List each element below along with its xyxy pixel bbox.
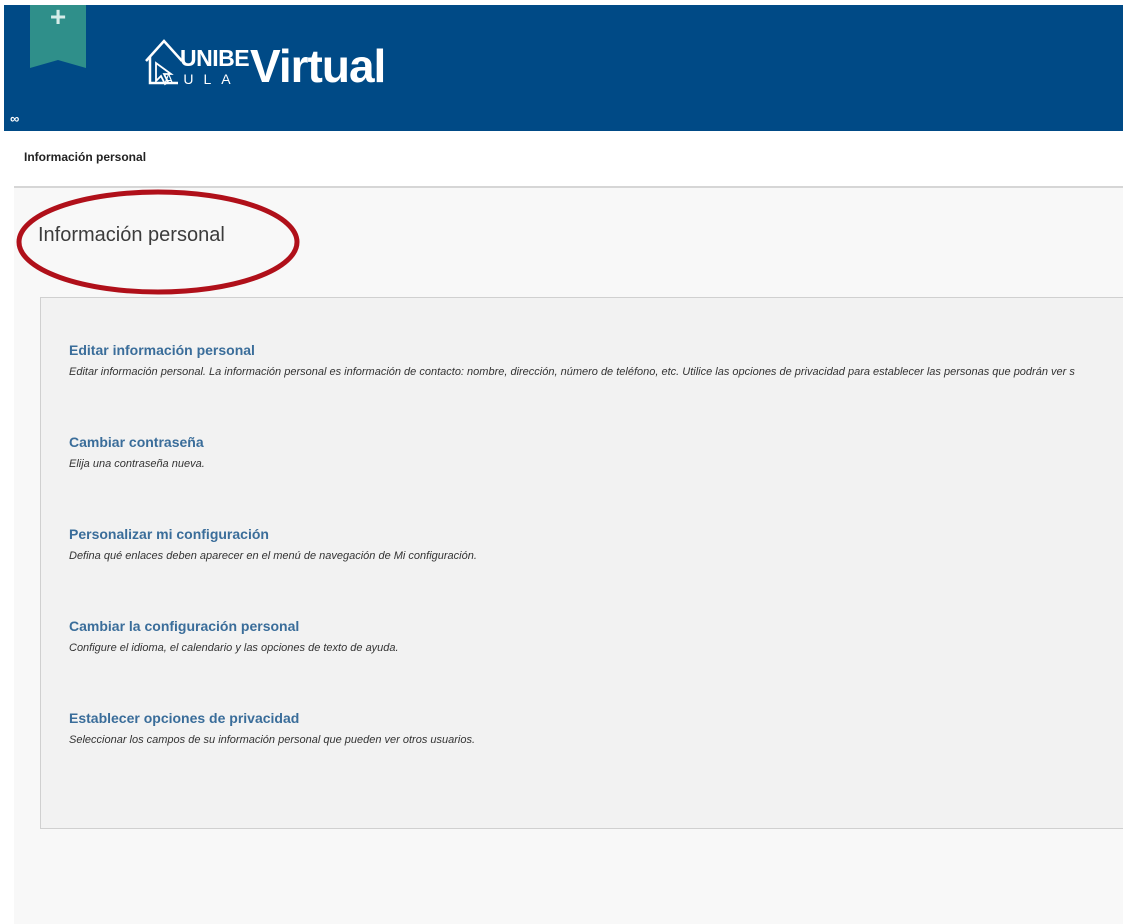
- plus-icon: +: [49, 1, 67, 32]
- item-description: Configure el idioma, el calendario y las…: [69, 642, 399, 654]
- breadcrumb-current: Información personal: [24, 150, 147, 164]
- add-module-button[interactable]: +: [30, 1, 86, 68]
- item-description: Seleccionar los campos de su información…: [69, 734, 476, 746]
- page-title: Información personal: [38, 224, 225, 246]
- logo-virtual-text: Virtual: [250, 40, 386, 92]
- change-personal-settings-link[interactable]: Cambiar la configuración personal: [69, 618, 1123, 634]
- list-item: Cambiar la configuración personal Config…: [69, 618, 1123, 654]
- link-icon[interactable]: ∞: [10, 111, 19, 126]
- list-item: Cambiar contraseña Elija una contraseña …: [69, 434, 1123, 470]
- main-content: Información personal Editar información …: [14, 188, 1123, 924]
- item-description: Defina qué enlaces deben aparecer en el …: [69, 550, 477, 562]
- aula-virtual-logo[interactable]: UNIBE AULA Virtual: [144, 25, 414, 105]
- change-password-link[interactable]: Cambiar contraseña: [69, 434, 1123, 450]
- logo-unibe-text: UNIBE: [180, 45, 250, 71]
- list-item: Establecer opciones de privacidad Selecc…: [69, 710, 1123, 746]
- item-description: Elija una contraseña nueva.: [69, 458, 205, 470]
- item-description: Editar información personal. La informac…: [69, 366, 1075, 378]
- privacy-options-link[interactable]: Establecer opciones de privacidad: [69, 710, 1123, 726]
- list-item: Personalizar mi configuración Defina qué…: [69, 526, 1123, 562]
- logo-aula-text: AULA: [164, 71, 241, 87]
- customize-my-settings-link[interactable]: Personalizar mi configuración: [69, 526, 1123, 542]
- breadcrumb: Información personal: [14, 131, 1123, 188]
- list-item: Editar información personal Editar infor…: [69, 342, 1123, 378]
- personal-info-panel: Editar información personal Editar infor…: [40, 297, 1123, 829]
- edit-personal-info-link[interactable]: Editar información personal: [69, 342, 1123, 358]
- header-banner: + UNIBE AULA Virtual ∞: [4, 1, 1123, 131]
